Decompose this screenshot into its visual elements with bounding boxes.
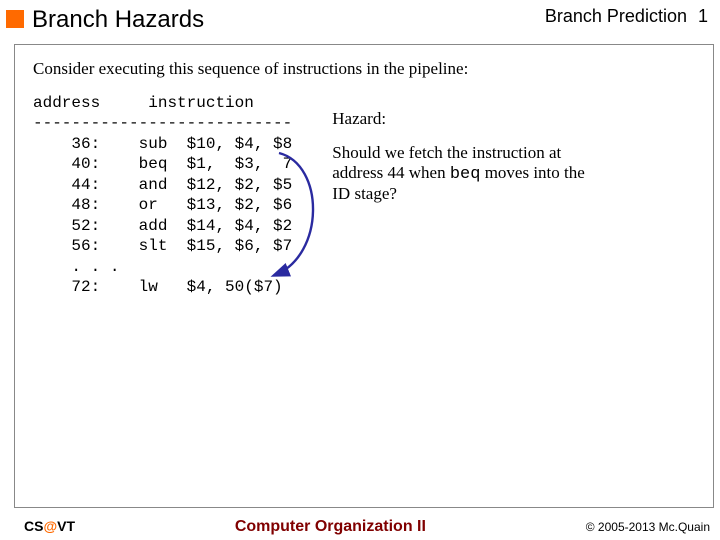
body-row: address instruction --------------------… — [33, 93, 695, 298]
code-op: sub — [139, 135, 168, 153]
hazard-question: Should we fetch the instruction at addre… — [332, 143, 602, 204]
code-args: $4, 50($7) — [187, 278, 283, 296]
slide-footer: CS@VT Computer Organization II © 2005-20… — [0, 518, 720, 536]
question-mono: beq — [450, 165, 481, 184]
org-at: @ — [43, 518, 57, 534]
code-op: add — [139, 217, 168, 235]
code-ellipsis: . . . — [71, 258, 119, 276]
code-args: $10, $4, $8 — [187, 135, 293, 153]
code-addr: 52: — [71, 217, 100, 235]
code-addr: 36: — [71, 135, 100, 153]
code-op: and — [139, 176, 168, 194]
header-section: Branch Prediction 1 — [545, 6, 708, 27]
code-op: beq — [139, 155, 168, 173]
code-divider: --------------------------- — [33, 114, 292, 132]
code-args: $1, $3, 7 — [187, 155, 293, 173]
page-number: 1 — [698, 6, 708, 26]
hazard-label: Hazard: — [332, 109, 602, 129]
footer-copyright: © 2005-2013 Mc.Quain — [586, 520, 710, 534]
side-column: Hazard: Should we fetch the instruction … — [332, 93, 602, 218]
slide-header: Branch Hazards Branch Prediction 1 — [0, 0, 720, 38]
code-header-instruction: instruction — [148, 94, 254, 112]
code-addr: 44: — [71, 176, 100, 194]
org-pre: CS — [24, 518, 43, 534]
org-post: VT — [57, 518, 75, 534]
code-op: or — [139, 196, 168, 214]
code-addr: 72: — [71, 278, 100, 296]
code-args: $15, $6, $7 — [187, 237, 293, 255]
code-op: slt — [139, 237, 168, 255]
code-args: $14, $4, $2 — [187, 217, 293, 235]
code-addr: 56: — [71, 237, 100, 255]
slide: Branch Hazards Branch Prediction 1 Consi… — [0, 0, 720, 540]
content-frame: Consider executing this sequence of inst… — [14, 44, 714, 508]
code-op: lw — [139, 278, 168, 296]
footer-course: Computer Organization II — [75, 518, 586, 536]
code-args: $13, $2, $6 — [187, 196, 293, 214]
code-args: $12, $2, $5 — [187, 176, 293, 194]
code-addr: 40: — [71, 155, 100, 173]
slide-title: Branch Hazards — [32, 6, 545, 34]
code-addr: 48: — [71, 196, 100, 214]
header-accent-square — [6, 10, 24, 28]
code-header-address: address — [33, 94, 100, 112]
footer-org: CS@VT — [24, 518, 75, 534]
section-label: Branch Prediction — [545, 6, 687, 26]
intro-text: Consider executing this sequence of inst… — [33, 59, 695, 79]
code-block: address instruction --------------------… — [33, 93, 292, 298]
